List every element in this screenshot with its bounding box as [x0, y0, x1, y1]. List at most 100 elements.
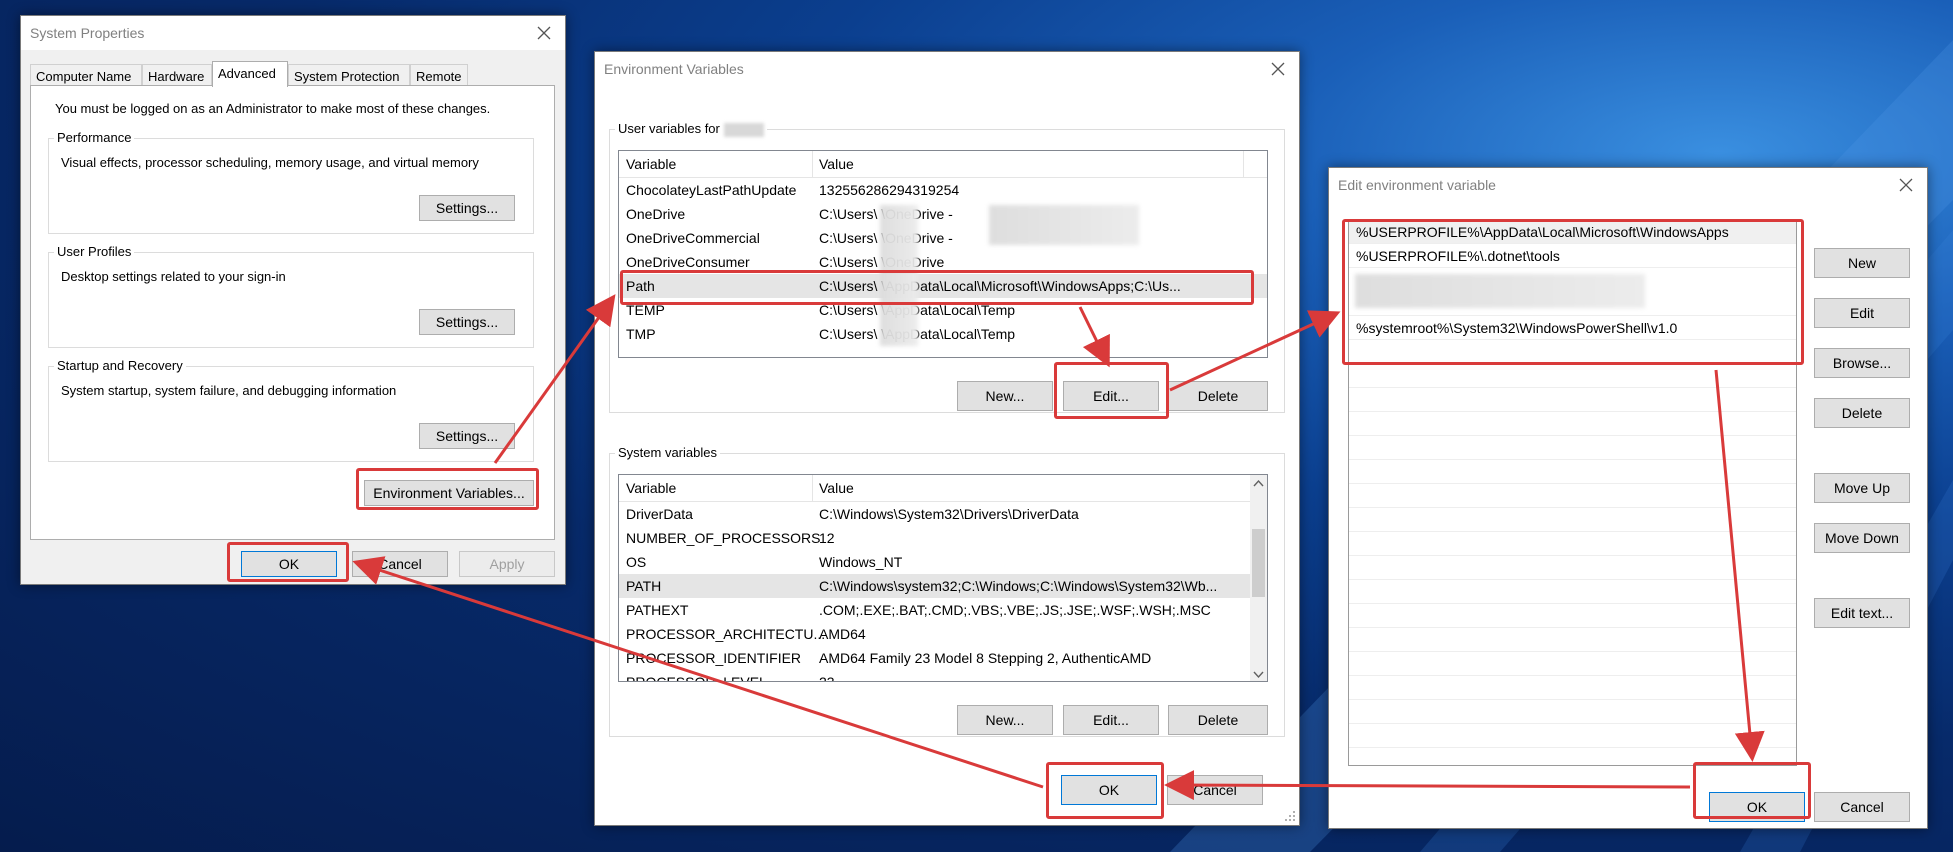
redacted-onedrive-org: [989, 205, 1139, 245]
user-edit-button[interactable]: Edit...: [1063, 381, 1159, 411]
vertical-scrollbar[interactable]: [1250, 475, 1267, 682]
table-row-path-selected[interactable]: Path C:\Users\ \AppData\Local\Microsoft\W…: [619, 274, 1267, 298]
tab-remote[interactable]: Remote: [410, 64, 468, 86]
env-ok-button[interactable]: OK: [1061, 775, 1157, 805]
startup-recovery-desc: System startup, system failure, and debu…: [61, 383, 397, 398]
list-item-empty[interactable]: [1349, 340, 1796, 364]
close-icon[interactable]: [1267, 58, 1289, 80]
list-item-empty[interactable]: [1349, 460, 1796, 484]
table-row[interactable]: OneDriveCommercialC:\Users\ \OneDrive -: [619, 226, 1267, 250]
table-row[interactable]: ChocolateyLastPathUpdate 1325562862943192…: [619, 178, 1267, 202]
user-new-button[interactable]: New...: [957, 381, 1053, 411]
scroll-down-icon[interactable]: [1250, 666, 1267, 682]
table-row[interactable]: DriverData C:\Windows\System32\Drivers\Dr…: [619, 502, 1267, 526]
system-properties-titlebar: System Properties: [21, 16, 565, 50]
window-title: System Properties: [30, 25, 145, 41]
redacted-username-column: [880, 205, 918, 346]
system-new-button[interactable]: New...: [957, 705, 1053, 735]
list-item-empty[interactable]: [1349, 652, 1796, 676]
edit-env-titlebar: Edit environment variable: [1329, 168, 1927, 202]
performance-group: Performance Visual effects, processor sc…: [48, 130, 534, 234]
column-variable[interactable]: Variable: [626, 480, 676, 496]
performance-desc: Visual effects, processor scheduling, me…: [61, 155, 479, 170]
list-item-selected[interactable]: %USERPROFILE%\AppData\Local\Microsoft\Wi…: [1349, 220, 1796, 244]
system-properties-ok-button[interactable]: OK: [241, 551, 337, 577]
list-item-empty[interactable]: [1349, 556, 1796, 580]
edit-environment-variable-dialog: Edit environment variable %USERPROFILE%\…: [1328, 167, 1928, 829]
table-row[interactable]: PROCESSOR_LEVEL 23: [619, 670, 1267, 681]
list-item-empty[interactable]: [1349, 532, 1796, 556]
system-properties-apply-button[interactable]: Apply: [459, 551, 555, 577]
environment-variables-button[interactable]: Environment Variables...: [364, 480, 534, 506]
performance-label: Performance: [54, 130, 135, 145]
user-profiles-group: User Profiles Desktop settings related t…: [48, 244, 534, 348]
new-entry-button[interactable]: New: [1814, 248, 1910, 278]
list-item-empty[interactable]: [1349, 724, 1796, 748]
move-up-button[interactable]: Move Up: [1814, 473, 1910, 503]
user-profiles-desc: Desktop settings related to your sign-in: [61, 269, 286, 284]
performance-settings-button[interactable]: Settings...: [419, 195, 515, 221]
move-down-button[interactable]: Move Down: [1814, 523, 1910, 553]
list-item-empty[interactable]: [1349, 388, 1796, 412]
edit-env-ok-button[interactable]: OK: [1709, 792, 1805, 822]
column-value[interactable]: Value: [819, 156, 854, 172]
tab-advanced[interactable]: Advanced: [212, 61, 288, 87]
delete-entry-button[interactable]: Delete: [1814, 398, 1910, 428]
scroll-thumb[interactable]: [1252, 529, 1265, 597]
edit-env-body: %USERPROFILE%\AppData\Local\Microsoft\Wi…: [1329, 202, 1927, 828]
close-icon[interactable]: [1895, 174, 1917, 196]
table-row[interactable]: TMP C:\Users\ \AppData\Local\Temp: [619, 322, 1267, 346]
list-item-empty[interactable]: [1349, 628, 1796, 652]
close-icon[interactable]: [533, 22, 555, 44]
column-variable[interactable]: Variable: [626, 156, 676, 172]
table-row-path-system[interactable]: PATH C:\Windows\system32;C:\Windows;C:\Wi…: [619, 574, 1267, 598]
table-row[interactable]: PATHEXT .COM;.EXE;.BAT;.CMD;.VBS;.VBE;.JS…: [619, 598, 1267, 622]
list-item-empty[interactable]: [1349, 484, 1796, 508]
user-profiles-settings-button[interactable]: Settings...: [419, 309, 515, 335]
table-row[interactable]: OS Windows_NT: [619, 550, 1267, 574]
env-titlebar: Environment Variables: [595, 52, 1299, 86]
user-variables-list[interactable]: Variable Value ChocolateyLastPathUpdate 1…: [618, 150, 1268, 358]
list-item-empty[interactable]: [1349, 364, 1796, 388]
system-variables-label: System variables: [615, 445, 720, 460]
startup-recovery-group: Startup and Recovery System startup, sys…: [48, 358, 534, 462]
table-row[interactable]: OneDriveConsumerC:\Users\ \OneDrive: [619, 250, 1267, 274]
path-entries-list[interactable]: %USERPROFILE%\AppData\Local\Microsoft\Wi…: [1348, 219, 1797, 766]
list-header: Variable Value: [619, 151, 1267, 178]
startup-recovery-label: Startup and Recovery: [54, 358, 186, 373]
list-item-empty[interactable]: [1349, 700, 1796, 724]
list-item-redacted[interactable]: [1349, 268, 1796, 316]
tab-computer-name[interactable]: Computer Name: [30, 64, 142, 86]
list-item-empty[interactable]: [1349, 436, 1796, 460]
env-body: User variables for Variable Value Chocol…: [595, 86, 1299, 825]
list-item[interactable]: %USERPROFILE%\.dotnet\tools: [1349, 244, 1796, 268]
list-item-empty[interactable]: [1349, 580, 1796, 604]
list-item-empty[interactable]: [1349, 604, 1796, 628]
user-delete-button[interactable]: Delete: [1168, 381, 1268, 411]
system-delete-button[interactable]: Delete: [1168, 705, 1268, 735]
list-item-empty[interactable]: [1349, 412, 1796, 436]
list-item[interactable]: %systemroot%\System32\WindowsPowerShell\…: [1349, 316, 1796, 340]
table-row[interactable]: PROCESSOR_ARCHITECTU... AMD64: [619, 622, 1267, 646]
browse-button[interactable]: Browse...: [1814, 348, 1910, 378]
tab-system-protection[interactable]: System Protection: [288, 64, 410, 86]
table-row[interactable]: NUMBER_OF_PROCESSORS 12: [619, 526, 1267, 550]
edit-entry-button[interactable]: Edit: [1814, 298, 1910, 328]
system-variables-list[interactable]: Variable Value DriverData C:\Windows\Syst…: [618, 474, 1268, 682]
scroll-up-icon[interactable]: [1250, 475, 1267, 492]
startup-recovery-settings-button[interactable]: Settings...: [419, 423, 515, 449]
edit-text-button[interactable]: Edit text...: [1814, 598, 1910, 628]
table-row[interactable]: PROCESSOR_IDENTIFIER AMD64 Family 23 Mode…: [619, 646, 1267, 670]
tab-hardware[interactable]: Hardware: [142, 64, 212, 86]
list-item-empty[interactable]: [1349, 676, 1796, 700]
column-value[interactable]: Value: [819, 480, 854, 496]
env-cancel-button[interactable]: Cancel: [1167, 775, 1263, 805]
resize-grip-icon[interactable]: [1283, 809, 1297, 823]
table-row[interactable]: TEMP C:\Users\ \AppData\Local\Temp: [619, 298, 1267, 322]
system-edit-button[interactable]: Edit...: [1063, 705, 1159, 735]
system-variables-group: System variables Variable Value DriverDa…: [609, 445, 1285, 737]
edit-env-cancel-button[interactable]: Cancel: [1814, 792, 1910, 822]
table-row[interactable]: OneDriveC:\Users\ \OneDrive -: [619, 202, 1267, 226]
system-properties-cancel-button[interactable]: Cancel: [352, 551, 448, 577]
list-item-empty[interactable]: [1349, 508, 1796, 532]
